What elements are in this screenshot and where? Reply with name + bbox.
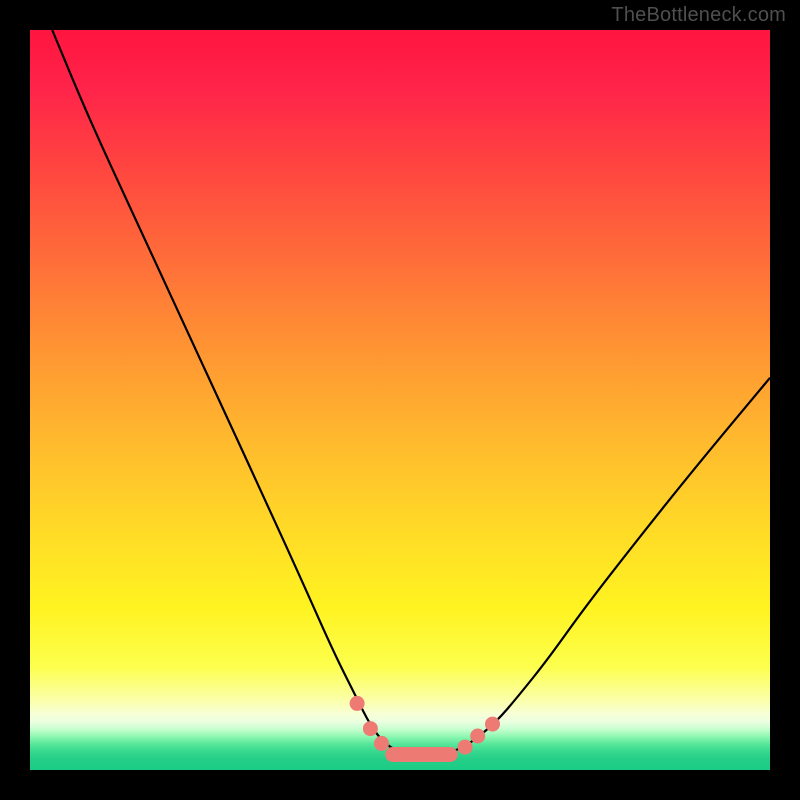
bottleneck-curve bbox=[52, 30, 770, 755]
plateau-group bbox=[385, 747, 458, 762]
curve-marker bbox=[350, 696, 365, 711]
curve-marker bbox=[485, 717, 500, 732]
marker-group bbox=[350, 696, 500, 755]
curve-marker bbox=[470, 729, 485, 744]
plot-area bbox=[30, 30, 770, 770]
curve-marker bbox=[363, 721, 378, 736]
chart-frame: TheBottleneck.com bbox=[0, 0, 800, 800]
chart-svg bbox=[30, 30, 770, 770]
plateau-marker bbox=[385, 747, 458, 762]
watermark-text: TheBottleneck.com bbox=[611, 4, 786, 27]
curve-marker bbox=[458, 740, 473, 755]
curve-marker bbox=[374, 736, 389, 751]
